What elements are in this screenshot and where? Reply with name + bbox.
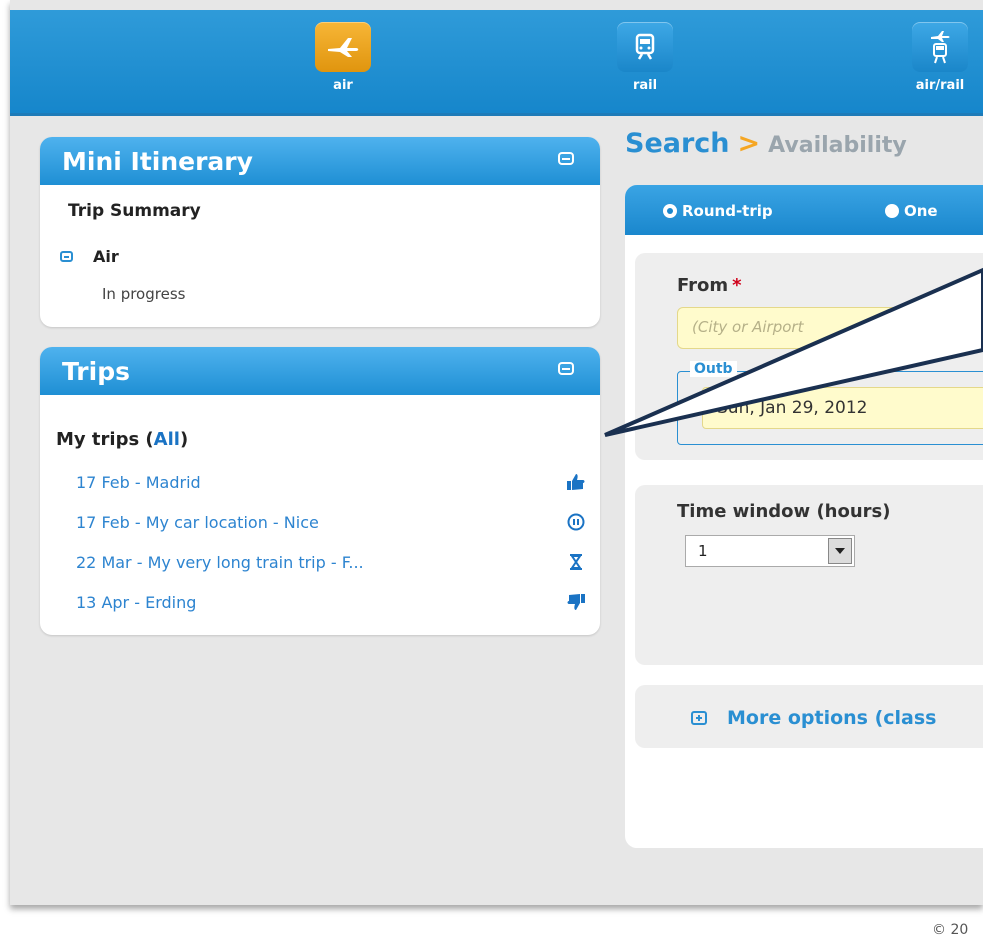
- top-navigation: air rail air/rail: [10, 10, 983, 116]
- one-way-label: One: [904, 202, 938, 220]
- trip-name: Erding: [145, 593, 197, 612]
- outbound-date-value: Sun, Jan 29, 2012: [717, 398, 868, 418]
- chevron-down-icon[interactable]: [828, 538, 852, 564]
- app-window: air rail air/rail Mini Itinerary Trip Su…: [10, 0, 983, 905]
- outbound-fieldset: Outb Sun, Jan 29, 2012: [677, 361, 983, 445]
- thumbs-up-icon: [566, 473, 586, 491]
- copyright-text: © 20: [932, 922, 969, 938]
- from-input[interactable]: (City or Airport: [677, 307, 983, 349]
- my-trips-label: My trips (: [56, 429, 154, 450]
- from-label: From *: [677, 275, 742, 296]
- search-card: Round-trip One From * (City or Airport Ou…: [625, 185, 983, 848]
- my-trips-heading: My trips (All): [56, 429, 188, 450]
- more-options-label: More options (class: [727, 707, 937, 729]
- round-trip-radio[interactable]: Round-trip: [663, 202, 773, 220]
- collapse-icon[interactable]: [558, 152, 574, 165]
- pause-icon: [566, 513, 586, 531]
- one-way-radio[interactable]: One: [885, 202, 938, 220]
- trips-panel: Trips My trips (All) 17 Feb - Madrid 17 …: [40, 347, 600, 635]
- status-text: In progress: [102, 285, 186, 303]
- trip-date: 22 Mar -: [76, 553, 148, 572]
- trip-summary-heading: Trip Summary: [68, 201, 201, 221]
- thumbs-down-icon: [566, 593, 586, 611]
- radio-unchecked-icon: [885, 204, 899, 218]
- mini-itinerary-title: Mini Itinerary: [62, 146, 253, 176]
- outbound-legend: Outb: [690, 361, 737, 377]
- trip-item[interactable]: 17 Feb - Madrid: [76, 473, 586, 492]
- mode-air-label: air: [333, 78, 353, 93]
- expand-icon[interactable]: [60, 251, 73, 262]
- trip-name: Madrid: [145, 473, 201, 492]
- round-trip-label: Round-trip: [682, 202, 773, 220]
- hourglass-icon: [566, 553, 586, 571]
- trip-date: 17 Feb -: [76, 473, 146, 492]
- collapse-icon[interactable]: [558, 362, 574, 375]
- trip-date: 13 Apr -: [76, 593, 146, 612]
- time-window-select[interactable]: 1: [685, 535, 855, 567]
- outbound-date-input[interactable]: Sun, Jan 29, 2012: [702, 387, 983, 429]
- expand-icon: [691, 711, 707, 725]
- trip-item[interactable]: 13 Apr - Erding: [76, 593, 586, 612]
- mini-itinerary-panel: Mini Itinerary Trip Summary Air In progr…: [40, 137, 600, 327]
- trip-name: My very long train trip - F...: [147, 553, 364, 572]
- trip-item[interactable]: 17 Feb - My car location - Nice: [76, 513, 586, 532]
- breadcrumb-separator: >: [737, 128, 761, 159]
- time-window-section: Time window (hours) 1: [635, 485, 983, 665]
- trip-name: My car location - Nice: [145, 513, 319, 532]
- mode-rail-label: rail: [632, 78, 658, 93]
- breadcrumb-next: Availability: [768, 133, 907, 158]
- mode-air-tab[interactable]: air: [308, 22, 378, 93]
- more-options-section: More options (class: [635, 685, 983, 748]
- train-icon: [617, 22, 673, 72]
- more-options-toggle[interactable]: More options (class: [691, 707, 936, 729]
- time-window-value: 1: [698, 542, 708, 560]
- trip-type-bar: Round-trip One: [625, 185, 983, 235]
- air-row[interactable]: Air: [60, 247, 119, 266]
- breadcrumb: Search > Availability: [625, 128, 907, 159]
- from-placeholder: (City or Airport: [692, 318, 804, 336]
- plane-train-icon: [912, 22, 968, 72]
- trips-title: Trips: [62, 356, 130, 386]
- mode-airrail-tab[interactable]: air/rail: [905, 22, 975, 93]
- my-trips-suffix: ): [179, 429, 189, 450]
- breadcrumb-current: Search: [625, 128, 730, 159]
- mode-airrail-label: air/rail: [915, 78, 965, 93]
- radio-checked-icon: [663, 204, 677, 218]
- air-label: Air: [93, 247, 119, 266]
- required-mark: *: [732, 275, 742, 296]
- trip-date: 17 Feb -: [76, 513, 146, 532]
- mini-itinerary-header: Mini Itinerary: [40, 137, 600, 185]
- trips-header: Trips: [40, 347, 600, 395]
- from-label-text: From: [677, 275, 729, 296]
- time-window-label: Time window (hours): [677, 501, 891, 522]
- trip-item[interactable]: 22 Mar - My very long train trip - F...: [76, 553, 586, 572]
- all-trips-link[interactable]: All: [154, 429, 180, 450]
- mode-rail-tab[interactable]: rail: [610, 22, 680, 93]
- plane-icon: [315, 22, 371, 72]
